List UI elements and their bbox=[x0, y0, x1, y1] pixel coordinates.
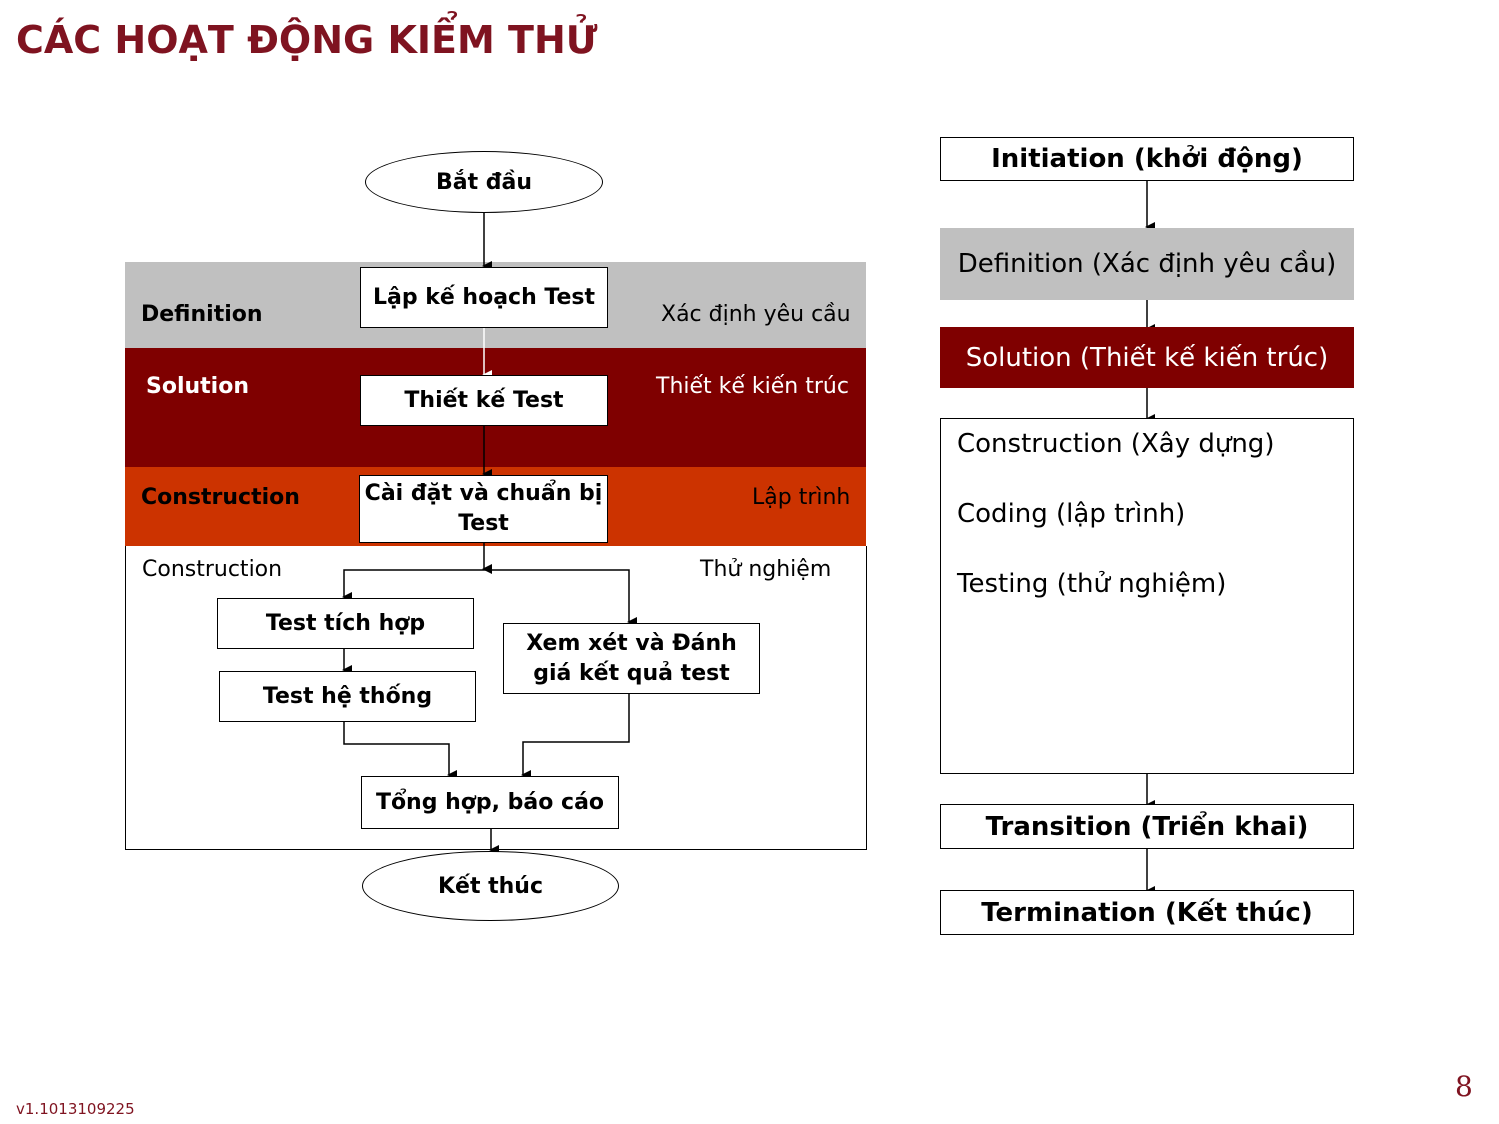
solution-label: Solution bbox=[146, 374, 249, 399]
end-node: Kết thúc bbox=[362, 851, 619, 921]
slide-title: CÁC HOẠT ĐỘNG KIỂM THỬ bbox=[16, 18, 598, 62]
setup-test-line2: Test bbox=[458, 511, 509, 536]
testing-label: Construction bbox=[142, 557, 283, 582]
solution-right-label: Thiết kế kiến trúc bbox=[656, 374, 849, 399]
review-results-box: Xem xét và Đánh giá kết quả test bbox=[503, 623, 760, 694]
plan-test-box: Lập kế hoạch Test bbox=[360, 267, 608, 328]
construction-item: Construction (Xây dựng) bbox=[957, 429, 1275, 459]
construction-box: Construction (Xây dựng) Coding (lập trìn… bbox=[940, 418, 1354, 774]
termination-box: Termination (Kết thúc) bbox=[940, 890, 1354, 935]
version-label: v1.1013109225 bbox=[16, 1100, 135, 1118]
construction-right-label: Lập trình bbox=[752, 485, 851, 510]
initiation-box: Initiation (khởi động) bbox=[940, 137, 1354, 181]
page-number: 8 bbox=[1455, 1070, 1473, 1103]
construction-label: Construction bbox=[141, 485, 300, 510]
report-box: Tổng hợp, báo cáo bbox=[361, 776, 619, 829]
setup-test-line1: Cài đặt và chuẩn bị bbox=[364, 481, 603, 506]
solution-box: Solution (Thiết kế kiến trúc) bbox=[940, 327, 1354, 388]
review-results-line1: Xem xét và Đánh bbox=[526, 630, 737, 656]
construction-item: Coding (lập trình) bbox=[957, 499, 1186, 529]
review-results-line2: giá kết quả test bbox=[533, 660, 730, 686]
definition-right-label: Xác định yêu cầu bbox=[661, 302, 851, 327]
integration-test-box: Test tích hợp bbox=[217, 598, 474, 649]
definition-box: Definition (Xác định yêu cầu) bbox=[940, 228, 1354, 300]
definition-label: Definition bbox=[141, 302, 263, 327]
system-test-box: Test hệ thống bbox=[219, 671, 476, 722]
transition-box: Transition (Triển khai) bbox=[940, 804, 1354, 849]
construction-item: Testing (thử nghiệm) bbox=[957, 569, 1227, 599]
start-node: Bắt đầu bbox=[365, 151, 603, 213]
design-test-box: Thiết kế Test bbox=[360, 375, 608, 426]
testing-right-label: Thử nghiệm bbox=[700, 557, 832, 582]
setup-test-box: Cài đặt và chuẩn bị Test bbox=[359, 475, 608, 543]
